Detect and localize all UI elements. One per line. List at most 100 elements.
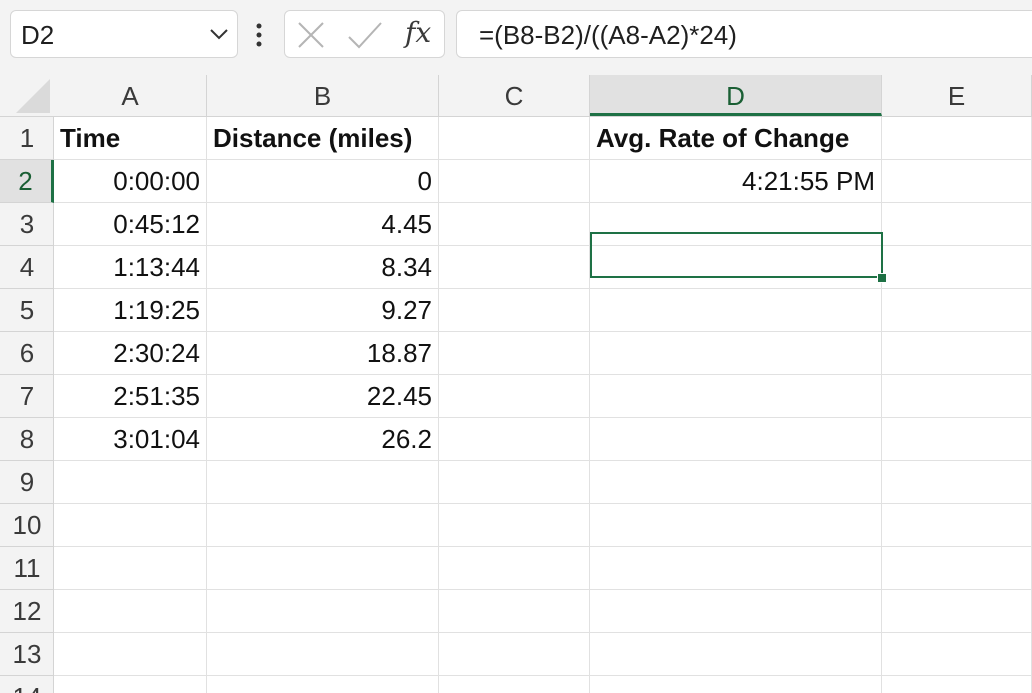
cell-e10[interactable]	[882, 504, 1032, 547]
name-box[interactable]: D2	[10, 10, 238, 58]
cell-b11[interactable]	[207, 547, 439, 590]
cell-a4[interactable]: 1:13:44	[54, 246, 207, 289]
cell-e9[interactable]	[882, 461, 1032, 504]
cell-a10[interactable]	[54, 504, 207, 547]
check-icon[interactable]	[347, 21, 383, 49]
column-header-d[interactable]: D	[590, 75, 882, 116]
formula-input[interactable]: =(B8-B2)/((A8-A2)*24)	[456, 10, 1032, 58]
cell-e5[interactable]	[882, 289, 1032, 332]
cell-e12[interactable]	[882, 590, 1032, 633]
cell-b3[interactable]: 4.45	[207, 203, 439, 246]
column-header-b[interactable]: B	[207, 75, 439, 116]
select-all-button[interactable]	[0, 75, 54, 117]
cell-d11[interactable]	[590, 547, 882, 590]
cell-d2[interactable]: 4:21:55 PM	[590, 160, 882, 203]
row-header-4[interactable]: 4	[0, 246, 54, 289]
cell-e8[interactable]	[882, 418, 1032, 461]
cell-d5[interactable]	[590, 289, 882, 332]
cell-a12[interactable]	[54, 590, 207, 633]
cell-a9[interactable]	[54, 461, 207, 504]
cell-e14[interactable]	[882, 676, 1032, 693]
cell-e1[interactable]	[882, 117, 1032, 160]
cell-d8[interactable]	[590, 418, 882, 461]
cancel-icon[interactable]	[297, 21, 325, 49]
cell-b12[interactable]	[207, 590, 439, 633]
cell-a14[interactable]	[54, 676, 207, 693]
cell-a13[interactable]	[54, 633, 207, 676]
cell-e4[interactable]	[882, 246, 1032, 289]
cell-e13[interactable]	[882, 633, 1032, 676]
cell-a6[interactable]: 2:30:24	[54, 332, 207, 375]
cell-d7[interactable]	[590, 375, 882, 418]
cell-b1[interactable]: Distance (miles)	[207, 117, 439, 160]
cell-b4[interactable]: 8.34	[207, 246, 439, 289]
cell-d1[interactable]: Avg. Rate of Change	[590, 117, 882, 160]
cell-d14[interactable]	[590, 676, 882, 693]
column-header-a[interactable]: A	[54, 75, 207, 116]
row-header-3[interactable]: 3	[0, 203, 54, 246]
cell-c9[interactable]	[439, 461, 590, 504]
cell-a5[interactable]: 1:19:25	[54, 289, 207, 332]
chevron-down-icon[interactable]	[209, 27, 229, 41]
insert-function-icon[interactable]: fx	[405, 16, 431, 49]
row-header-1[interactable]: 1	[0, 117, 54, 160]
row-header-10[interactable]: 10	[0, 504, 54, 547]
row-header-8[interactable]: 8	[0, 418, 54, 461]
cell-c12[interactable]	[439, 590, 590, 633]
fill-handle[interactable]	[877, 273, 887, 283]
cell-c5[interactable]	[439, 289, 590, 332]
cell-c8[interactable]	[439, 418, 590, 461]
cell-e6[interactable]	[882, 332, 1032, 375]
cell-e2[interactable]	[882, 160, 1032, 203]
cell-b8[interactable]: 26.2	[207, 418, 439, 461]
cell-d12[interactable]	[590, 590, 882, 633]
cell-a1[interactable]: Time	[54, 117, 207, 160]
cell-a11[interactable]	[54, 547, 207, 590]
cell-a2[interactable]: 0:00:00	[54, 160, 207, 203]
row-header-12[interactable]: 12	[0, 590, 54, 633]
row-header-6[interactable]: 6	[0, 332, 54, 375]
cell-c1[interactable]	[439, 117, 590, 160]
cell-d6[interactable]	[590, 332, 882, 375]
cell-c3[interactable]	[439, 203, 590, 246]
cell-d9[interactable]	[590, 461, 882, 504]
cell-c6[interactable]	[439, 332, 590, 375]
cell-b6[interactable]: 18.87	[207, 332, 439, 375]
row-header-7[interactable]: 7	[0, 375, 54, 418]
cell-d3[interactable]	[590, 203, 882, 246]
cell-c4[interactable]	[439, 246, 590, 289]
row-header-column: 1234567891011121314	[0, 117, 54, 693]
cell-d10[interactable]	[590, 504, 882, 547]
cell-b13[interactable]	[207, 633, 439, 676]
cell-a7[interactable]: 2:51:35	[54, 375, 207, 418]
cell-d4[interactable]	[590, 246, 882, 289]
cell-a3[interactable]: 0:45:12	[54, 203, 207, 246]
row-header-13[interactable]: 13	[0, 633, 54, 676]
cell-c10[interactable]	[439, 504, 590, 547]
row-header-11[interactable]: 11	[0, 547, 54, 590]
cell-e7[interactable]	[882, 375, 1032, 418]
column-header-e[interactable]: E	[882, 75, 1032, 116]
cell-b2[interactable]: 0	[207, 160, 439, 203]
column-header-c[interactable]: C	[439, 75, 590, 116]
row-header-14[interactable]: 14	[0, 676, 54, 693]
cell-b9[interactable]	[207, 461, 439, 504]
cells-area[interactable]: Time Distance (miles) Avg. Rate of Change 0…	[54, 117, 1032, 693]
cell-e3[interactable]	[882, 203, 1032, 246]
cell-c13[interactable]	[439, 633, 590, 676]
cell-c14[interactable]	[439, 676, 590, 693]
cell-c11[interactable]	[439, 547, 590, 590]
cell-c2[interactable]	[439, 160, 590, 203]
row-header-5[interactable]: 5	[0, 289, 54, 332]
row-header-2[interactable]: 2	[0, 160, 54, 203]
more-options-icon[interactable]	[252, 22, 266, 48]
row-header-9[interactable]: 9	[0, 461, 54, 504]
cell-d13[interactable]	[590, 633, 882, 676]
cell-e11[interactable]	[882, 547, 1032, 590]
cell-a8[interactable]: 3:01:04	[54, 418, 207, 461]
cell-c7[interactable]	[439, 375, 590, 418]
cell-b14[interactable]	[207, 676, 439, 693]
cell-b7[interactable]: 22.45	[207, 375, 439, 418]
cell-b5[interactable]: 9.27	[207, 289, 439, 332]
cell-b10[interactable]	[207, 504, 439, 547]
